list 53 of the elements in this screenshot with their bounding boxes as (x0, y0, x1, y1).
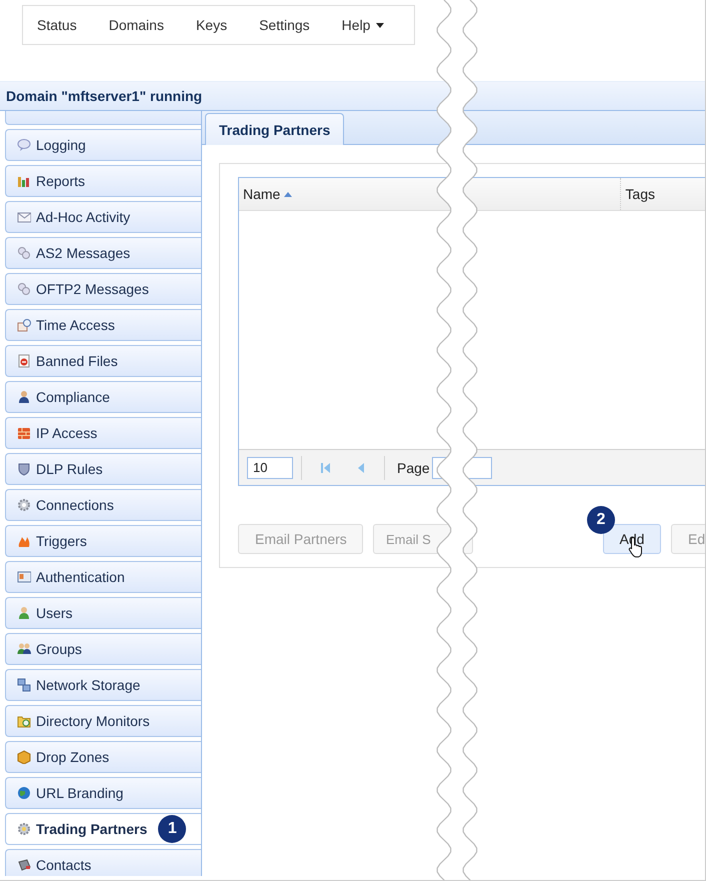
nav-link[interactable]: Settings (245, 6, 324, 44)
sidebar-item[interactable]: Users (5, 597, 201, 629)
people-icon (17, 642, 31, 656)
domain-status: Domain "mftserver1" running (6, 87, 204, 106)
sidebar-item[interactable]: Banned Files (5, 345, 201, 377)
sidebar-item[interactable]: Directory Monitors (5, 705, 201, 737)
nav-link[interactable]: Status (23, 6, 91, 44)
sidebar-item[interactable]: IP Access (5, 417, 201, 449)
column-header[interactable]: Tags (621, 178, 705, 210)
shield-icon (17, 462, 31, 476)
page-size-field[interactable]: 10 (247, 456, 293, 478)
no-entry-file-icon (17, 354, 31, 368)
sidebar-item[interactable]: OFTP2 Messages (5, 273, 201, 305)
sidebar-item[interactable]: Drop Zones (5, 741, 201, 773)
gear-icon (17, 498, 31, 512)
globe-icon (17, 786, 31, 800)
sidebar-item[interactable]: Time Access (5, 309, 201, 341)
person-icon (17, 606, 31, 620)
id-card-icon (17, 570, 31, 584)
chat-bubbles-icon (17, 246, 31, 260)
speech-bubble-icon (17, 138, 31, 152)
tab[interactable]: Trading Partners (205, 113, 344, 145)
sidebar-item[interactable]: Trading Partners 1 (5, 813, 201, 845)
sidebar-item[interactable]: Logging (5, 129, 201, 161)
sidebar-item[interactable]: Compliance (5, 381, 201, 413)
sidebar-item[interactable]: Contacts (5, 849, 201, 876)
sidebar-item[interactable]: URL Branding (5, 777, 201, 809)
sidebar-item[interactable]: Triggers (5, 525, 201, 557)
box-icon (17, 750, 31, 764)
first-page-icon[interactable] (320, 462, 332, 474)
brick-wall-icon (17, 426, 31, 440)
sidebar-item[interactable]: Groups (5, 633, 201, 665)
sidebar-item[interactable]: Connections (5, 489, 201, 521)
sidebar-item[interactable]: Reports (5, 165, 201, 197)
sidebar-item[interactable]: Authentication (5, 561, 201, 593)
sidebar-item[interactable]: Ad-Hoc Activity (5, 201, 201, 233)
sidebar-item[interactable]: Network Storage (5, 669, 201, 701)
chat-bubbles-icon (17, 282, 31, 296)
page-label: Page (397, 460, 430, 476)
envelope-icon (17, 210, 31, 224)
nav-link[interactable]: Keys (182, 6, 242, 44)
folder-clock-icon (17, 714, 31, 728)
step-badge: 1 (158, 815, 186, 843)
nav-link[interactable]: Help (328, 6, 398, 44)
sidebar-item[interactable]: AS2 Messages (5, 237, 201, 269)
sidebar-item[interactable]: DLP Rules (5, 453, 201, 485)
nav-link[interactable]: Domains (94, 6, 178, 44)
gear-icon (17, 822, 31, 836)
person-icon (17, 390, 31, 404)
step-badge: 2 (587, 506, 615, 534)
computer-network-icon (17, 678, 31, 692)
bar-chart-icon (17, 174, 31, 188)
previous-page-icon[interactable] (356, 462, 366, 474)
